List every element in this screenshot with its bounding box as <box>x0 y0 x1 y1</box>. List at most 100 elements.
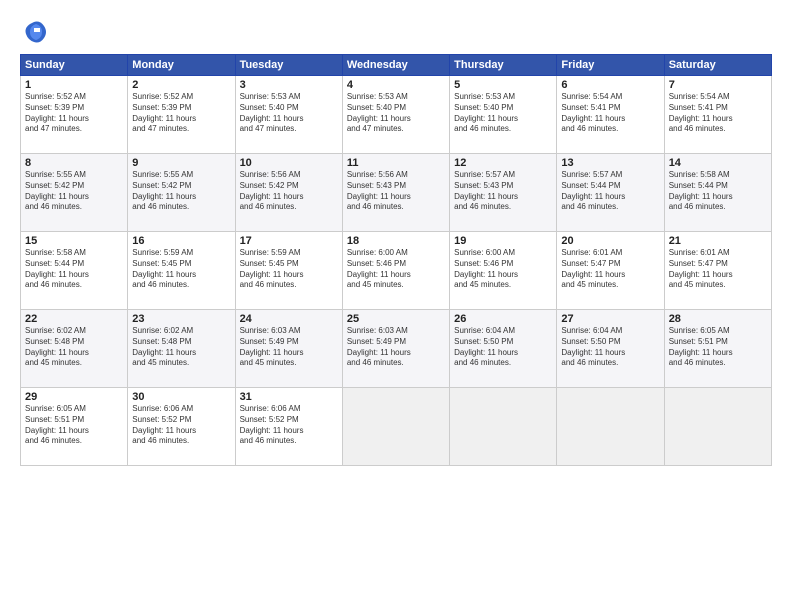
day-cell: 26Sunrise: 6:04 AM Sunset: 5:50 PM Dayli… <box>450 310 557 388</box>
day-number: 2 <box>132 79 230 91</box>
day-cell: 16Sunrise: 5:59 AM Sunset: 5:45 PM Dayli… <box>128 232 235 310</box>
day-info: Sunrise: 6:00 AM Sunset: 5:46 PM Dayligh… <box>454 248 552 291</box>
day-number: 17 <box>240 235 338 247</box>
header-cell-tuesday: Tuesday <box>235 55 342 76</box>
day-number: 11 <box>347 157 445 169</box>
week-row-2: 8Sunrise: 5:55 AM Sunset: 5:42 PM Daylig… <box>21 154 772 232</box>
day-cell: 30Sunrise: 6:06 AM Sunset: 5:52 PM Dayli… <box>128 388 235 466</box>
day-cell: 24Sunrise: 6:03 AM Sunset: 5:49 PM Dayli… <box>235 310 342 388</box>
day-info: Sunrise: 5:53 AM Sunset: 5:40 PM Dayligh… <box>454 92 552 135</box>
day-info: Sunrise: 5:52 AM Sunset: 5:39 PM Dayligh… <box>132 92 230 135</box>
day-info: Sunrise: 5:59 AM Sunset: 5:45 PM Dayligh… <box>240 248 338 291</box>
day-number: 21 <box>669 235 767 247</box>
day-cell: 10Sunrise: 5:56 AM Sunset: 5:42 PM Dayli… <box>235 154 342 232</box>
day-cell <box>342 388 449 466</box>
day-cell: 8Sunrise: 5:55 AM Sunset: 5:42 PM Daylig… <box>21 154 128 232</box>
day-info: Sunrise: 6:03 AM Sunset: 5:49 PM Dayligh… <box>347 326 445 369</box>
day-cell: 23Sunrise: 6:02 AM Sunset: 5:48 PM Dayli… <box>128 310 235 388</box>
day-cell <box>450 388 557 466</box>
header-cell-sunday: Sunday <box>21 55 128 76</box>
day-cell: 18Sunrise: 6:00 AM Sunset: 5:46 PM Dayli… <box>342 232 449 310</box>
day-number: 7 <box>669 79 767 91</box>
day-info: Sunrise: 5:56 AM Sunset: 5:42 PM Dayligh… <box>240 170 338 213</box>
day-cell: 28Sunrise: 6:05 AM Sunset: 5:51 PM Dayli… <box>664 310 771 388</box>
calendar-body: 1 Sunrise: 5:52 AM Sunset: 5:39 PM Daylig… <box>21 76 772 466</box>
header-cell-wednesday: Wednesday <box>342 55 449 76</box>
day-number: 31 <box>240 391 338 403</box>
day-number: 9 <box>132 157 230 169</box>
day-number: 25 <box>347 313 445 325</box>
day-info: Sunrise: 6:02 AM Sunset: 5:48 PM Dayligh… <box>132 326 230 369</box>
day-cell: 1Sunrise: 5:52 AM Sunset: 5:39 PM Daylig… <box>21 76 128 154</box>
header <box>20 18 772 46</box>
day-cell: 2Sunrise: 5:52 AM Sunset: 5:39 PM Daylig… <box>128 76 235 154</box>
day-info: Sunrise: 6:06 AM Sunset: 5:52 PM Dayligh… <box>132 404 230 447</box>
day-number: 18 <box>347 235 445 247</box>
day-cell: 12Sunrise: 5:57 AM Sunset: 5:43 PM Dayli… <box>450 154 557 232</box>
header-cell-saturday: Saturday <box>664 55 771 76</box>
day-cell: 13Sunrise: 5:57 AM Sunset: 5:44 PM Dayli… <box>557 154 664 232</box>
day-number: 23 <box>132 313 230 325</box>
header-cell-monday: Monday <box>128 55 235 76</box>
day-number: 3 <box>240 79 338 91</box>
day-info: Sunrise: 6:05 AM Sunset: 5:51 PM Dayligh… <box>25 404 123 447</box>
day-cell: 25Sunrise: 6:03 AM Sunset: 5:49 PM Dayli… <box>342 310 449 388</box>
day-info: Sunrise: 6:01 AM Sunset: 5:47 PM Dayligh… <box>561 248 659 291</box>
week-row-4: 22 Sunrise: 6:02 AM Sunset: 5:48 PM Dayli… <box>21 310 772 388</box>
day-cell: 27Sunrise: 6:04 AM Sunset: 5:50 PM Dayli… <box>557 310 664 388</box>
calendar-header: SundayMondayTuesdayWednesdayThursdayFrid… <box>21 55 772 76</box>
day-info: Sunrise: 5:57 AM Sunset: 5:43 PM Dayligh… <box>454 170 552 213</box>
day-cell: 22Sunrise: 6:02 AM Sunset: 5:48 PM Dayli… <box>21 310 128 388</box>
day-number: 24 <box>240 313 338 325</box>
header-row: SundayMondayTuesdayWednesdayThursdayFrid… <box>21 55 772 76</box>
day-cell: 21Sunrise: 6:01 AM Sunset: 5:47 PM Dayli… <box>664 232 771 310</box>
day-info: Sunrise: 5:54 AM Sunset: 5:41 PM Dayligh… <box>561 92 659 135</box>
header-cell-thursday: Thursday <box>450 55 557 76</box>
day-cell: 5Sunrise: 5:53 AM Sunset: 5:40 PM Daylig… <box>450 76 557 154</box>
day-cell: 19Sunrise: 6:00 AM Sunset: 5:46 PM Dayli… <box>450 232 557 310</box>
week-row-5: 29Sunrise: 6:05 AM Sunset: 5:51 PM Dayli… <box>21 388 772 466</box>
day-number: 14 <box>669 157 767 169</box>
day-cell: 17Sunrise: 5:59 AM Sunset: 5:45 PM Dayli… <box>235 232 342 310</box>
day-cell: 6Sunrise: 5:54 AM Sunset: 5:41 PM Daylig… <box>557 76 664 154</box>
day-number: 26 <box>454 313 552 325</box>
logo <box>20 18 52 46</box>
day-info: Sunrise: 6:04 AM Sunset: 5:50 PM Dayligh… <box>561 326 659 369</box>
day-cell: 11Sunrise: 5:56 AM Sunset: 5:43 PM Dayli… <box>342 154 449 232</box>
day-cell: 15Sunrise: 5:58 AM Sunset: 5:44 PM Dayli… <box>21 232 128 310</box>
day-info: Sunrise: 5:55 AM Sunset: 5:42 PM Dayligh… <box>132 170 230 213</box>
day-info: Sunrise: 6:05 AM Sunset: 5:51 PM Dayligh… <box>669 326 767 369</box>
day-cell: 31Sunrise: 6:06 AM Sunset: 5:52 PM Dayli… <box>235 388 342 466</box>
day-info: Sunrise: 5:58 AM Sunset: 5:44 PM Dayligh… <box>669 170 767 213</box>
day-cell <box>557 388 664 466</box>
day-number: 29 <box>25 391 123 403</box>
day-cell: 29Sunrise: 6:05 AM Sunset: 5:51 PM Dayli… <box>21 388 128 466</box>
day-info: Sunrise: 5:56 AM Sunset: 5:43 PM Dayligh… <box>347 170 445 213</box>
day-number: 12 <box>454 157 552 169</box>
day-info: Sunrise: 5:53 AM Sunset: 5:40 PM Dayligh… <box>240 92 338 135</box>
page: SundayMondayTuesdayWednesdayThursdayFrid… <box>0 0 792 612</box>
day-number: 19 <box>454 235 552 247</box>
day-number: 16 <box>132 235 230 247</box>
day-info: Sunrise: 6:01 AM Sunset: 5:47 PM Dayligh… <box>669 248 767 291</box>
day-number: 30 <box>132 391 230 403</box>
day-info: Sunrise: 5:57 AM Sunset: 5:44 PM Dayligh… <box>561 170 659 213</box>
day-cell: 3Sunrise: 5:53 AM Sunset: 5:40 PM Daylig… <box>235 76 342 154</box>
day-number: 28 <box>669 313 767 325</box>
day-info: Sunrise: 6:04 AM Sunset: 5:50 PM Dayligh… <box>454 326 552 369</box>
day-number: 20 <box>561 235 659 247</box>
day-number: 4 <box>347 79 445 91</box>
day-info: Sunrise: 5:53 AM Sunset: 5:40 PM Dayligh… <box>347 92 445 135</box>
logo-icon <box>20 18 48 46</box>
day-info: Sunrise: 5:58 AM Sunset: 5:44 PM Dayligh… <box>25 248 123 291</box>
day-info: Sunrise: 6:03 AM Sunset: 5:49 PM Dayligh… <box>240 326 338 369</box>
day-number: 13 <box>561 157 659 169</box>
day-cell <box>664 388 771 466</box>
day-info: Sunrise: 5:59 AM Sunset: 5:45 PM Dayligh… <box>132 248 230 291</box>
day-number: 22 <box>25 313 123 325</box>
day-number: 8 <box>25 157 123 169</box>
day-cell: 20Sunrise: 6:01 AM Sunset: 5:47 PM Dayli… <box>557 232 664 310</box>
day-number: 1 <box>25 79 123 91</box>
day-cell: 4Sunrise: 5:53 AM Sunset: 5:40 PM Daylig… <box>342 76 449 154</box>
day-info: Sunrise: 5:55 AM Sunset: 5:42 PM Dayligh… <box>25 170 123 213</box>
